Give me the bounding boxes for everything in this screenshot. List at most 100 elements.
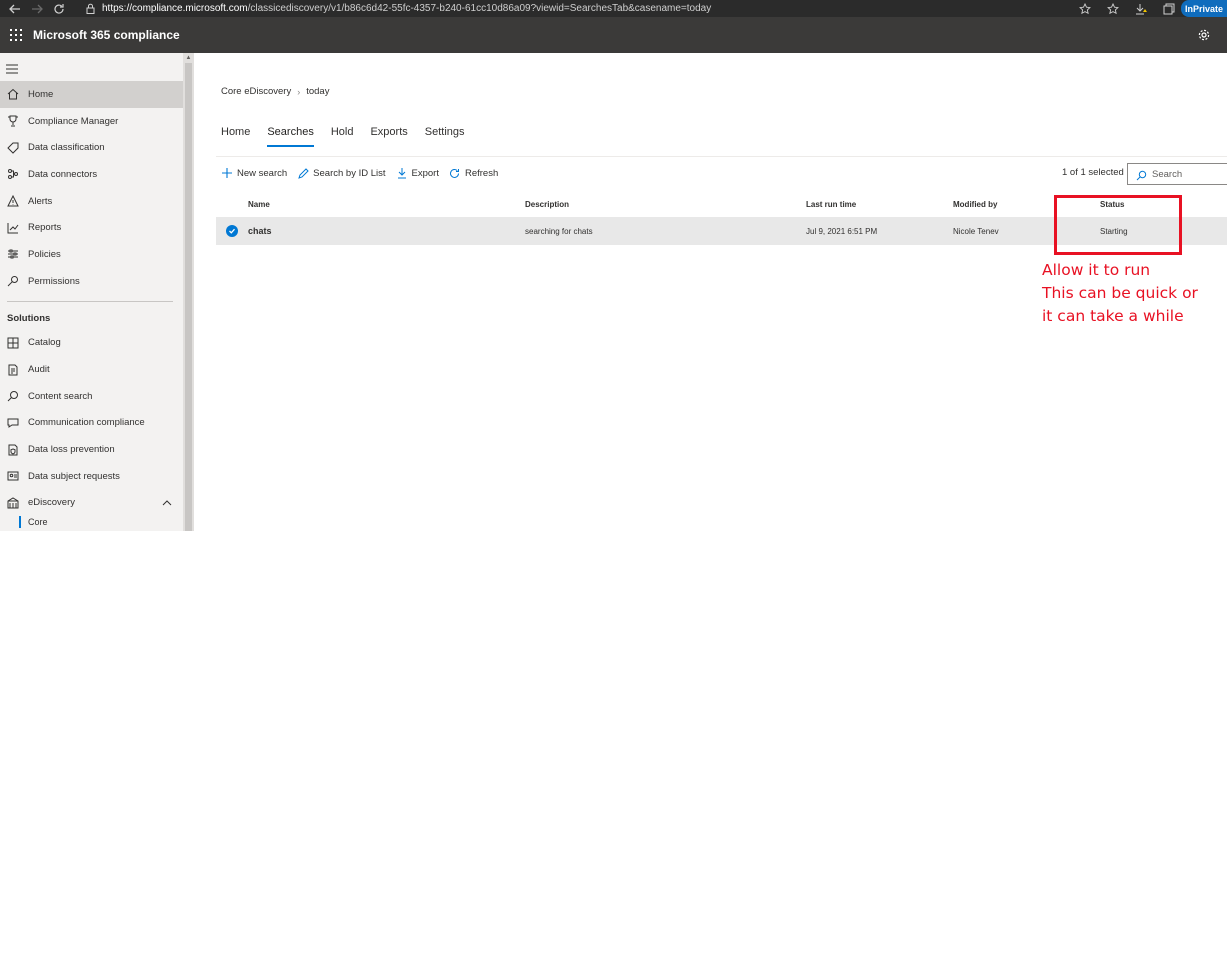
export-label: Export bbox=[411, 167, 439, 179]
sidebar-item-label: Reports bbox=[28, 222, 62, 234]
tab-divider bbox=[216, 156, 1227, 157]
sidebar-item-catalog[interactable]: Catalog bbox=[0, 330, 184, 357]
sidebar-item-ediscovery[interactable]: eDiscovery bbox=[0, 490, 184, 517]
pencil-icon bbox=[297, 167, 309, 179]
sidebar-item-audit[interactable]: Audit bbox=[0, 356, 184, 383]
sidebar-item-data-classification[interactable]: Data classification bbox=[0, 134, 184, 161]
sidebar-item-communication-compliance[interactable]: Communication compliance bbox=[0, 410, 184, 437]
cell-modified-by: Nicole Tenev bbox=[953, 227, 999, 236]
sidebar-item-label: Catalog bbox=[28, 337, 61, 349]
new-search-button[interactable]: New search bbox=[221, 167, 287, 179]
breadcrumb-current[interactable]: today bbox=[306, 86, 329, 97]
scrollbar-thumb[interactable] bbox=[185, 63, 192, 531]
sidebar-subitem-label: Core bbox=[28, 517, 48, 528]
hamburger-icon[interactable] bbox=[6, 61, 20, 74]
refresh-icon bbox=[449, 167, 461, 179]
chevron-right-icon: › bbox=[297, 86, 301, 97]
cell-name[interactable]: chats bbox=[248, 226, 272, 236]
column-header-last-run[interactable]: Last run time bbox=[806, 200, 856, 209]
gear-icon[interactable] bbox=[1197, 28, 1211, 42]
annotation-highlight-box bbox=[1054, 195, 1182, 255]
browser-actions bbox=[1077, 0, 1177, 17]
nav-divider bbox=[7, 300, 173, 302]
sidebar-item-content-search[interactable]: Content search bbox=[0, 383, 184, 410]
sidebar-item-permissions[interactable]: Permissions bbox=[0, 268, 184, 295]
annotation-line: This can be quick or bbox=[1042, 284, 1198, 302]
refresh-browser-icon[interactable] bbox=[48, 0, 70, 17]
sidebar-subitem-core[interactable]: Core bbox=[0, 516, 184, 529]
inprivate-badge[interactable]: InPrivate bbox=[1181, 0, 1227, 17]
tag-icon bbox=[6, 141, 20, 155]
search-icon bbox=[1136, 168, 1148, 181]
sidebar-item-label: Communication compliance bbox=[28, 417, 145, 429]
column-header-description[interactable]: Description bbox=[525, 200, 569, 209]
scroll-up-icon[interactable]: ▲ bbox=[185, 55, 192, 61]
plus-icon bbox=[221, 167, 233, 179]
sidebar-item-label: Permissions bbox=[28, 275, 80, 287]
sidebar-item-home[interactable]: Home bbox=[0, 81, 184, 108]
add-favorite-icon[interactable] bbox=[1077, 1, 1093, 17]
sidebar-item-reports[interactable]: Reports bbox=[0, 214, 184, 241]
connector-icon bbox=[6, 167, 20, 181]
ediscovery-icon bbox=[6, 496, 20, 510]
address-bar[interactable]: https://compliance.microsoft.com/classic… bbox=[102, 3, 711, 14]
search-input[interactable] bbox=[1152, 168, 1227, 180]
refresh-button[interactable]: Refresh bbox=[449, 167, 498, 179]
lock-icon[interactable] bbox=[84, 3, 96, 15]
sidebar-item-policies[interactable]: Policies bbox=[0, 241, 184, 268]
new-search-label: New search bbox=[237, 167, 288, 179]
chevron-up-icon[interactable] bbox=[162, 498, 172, 508]
url-path: /classicediscovery/v1/b86c6d42-55fc-4357… bbox=[247, 3, 712, 14]
downloads-icon[interactable] bbox=[1133, 1, 1149, 17]
sidebar-item-label: Audit bbox=[28, 364, 50, 376]
catalog-icon bbox=[6, 336, 20, 350]
sidebar-item-data-subject-requests[interactable]: Data subject requests bbox=[0, 463, 184, 490]
browser-toolbar: https://compliance.microsoft.com/classic… bbox=[0, 0, 1227, 17]
checkmark-icon[interactable] bbox=[226, 225, 238, 237]
search-by-id-label: Search by ID List bbox=[313, 167, 386, 179]
sidebar-item-data-loss-prevention[interactable]: Data loss prevention bbox=[0, 436, 184, 463]
column-header-name[interactable]: Name bbox=[248, 200, 270, 209]
favorites-icon[interactable] bbox=[1105, 1, 1121, 17]
sidebar-scrollbar[interactable]: ▲ bbox=[183, 53, 194, 531]
collections-icon[interactable] bbox=[1161, 1, 1177, 17]
cell-description: searching for chats bbox=[525, 227, 593, 236]
back-icon[interactable] bbox=[4, 0, 26, 17]
audit-icon bbox=[6, 363, 20, 377]
sidebar-item-label: Compliance Manager bbox=[28, 115, 119, 127]
tab-searches[interactable]: Searches bbox=[267, 124, 315, 150]
sidebar-item-compliance-manager[interactable]: Compliance Manager bbox=[0, 108, 184, 135]
active-indicator bbox=[19, 516, 21, 529]
breadcrumb-parent[interactable]: Core eDiscovery bbox=[221, 86, 291, 97]
sidebar-item-label: Policies bbox=[28, 248, 61, 260]
request-icon bbox=[6, 469, 20, 483]
nav-list: Home Compliance Manager Data classificat… bbox=[0, 81, 184, 529]
tab-hold[interactable]: Hold bbox=[331, 124, 354, 150]
sidebar-item-label: Data connectors bbox=[28, 168, 98, 180]
tab-home[interactable]: Home bbox=[221, 124, 250, 150]
chart-icon bbox=[6, 221, 20, 235]
key-icon bbox=[6, 274, 20, 288]
page-root: https://compliance.microsoft.com/classic… bbox=[0, 0, 1227, 958]
tab-exports[interactable]: Exports bbox=[370, 124, 407, 150]
search-by-id-button[interactable]: Search by ID List bbox=[297, 167, 386, 179]
sidebar-item-data-connectors[interactable]: Data connectors bbox=[0, 161, 184, 188]
app-header: Microsoft 365 compliance bbox=[0, 17, 1227, 53]
search-box[interactable] bbox=[1127, 163, 1227, 185]
annotation-line: it can take a while bbox=[1042, 307, 1184, 325]
column-header-modified-by[interactable]: Modified by bbox=[953, 200, 997, 209]
tab-bar: Home Searches Hold Exports Settings bbox=[221, 124, 482, 150]
left-nav: Home Compliance Manager Data classificat… bbox=[0, 53, 194, 531]
forward-icon[interactable] bbox=[26, 0, 48, 17]
sidebar-item-alerts[interactable]: Alerts bbox=[0, 188, 184, 215]
export-button[interactable]: Export bbox=[396, 167, 439, 179]
tab-settings[interactable]: Settings bbox=[425, 124, 465, 150]
search-icon bbox=[6, 389, 20, 403]
app-launcher-icon[interactable] bbox=[4, 23, 28, 47]
download-icon bbox=[396, 167, 408, 179]
chat-icon bbox=[6, 416, 20, 430]
app-title[interactable]: Microsoft 365 compliance bbox=[33, 28, 180, 42]
sidebar-item-label: Data loss prevention bbox=[28, 444, 115, 456]
sidebar-item-label: Home bbox=[28, 88, 54, 100]
command-bar: New search Search by ID List Export Refr… bbox=[221, 165, 508, 181]
